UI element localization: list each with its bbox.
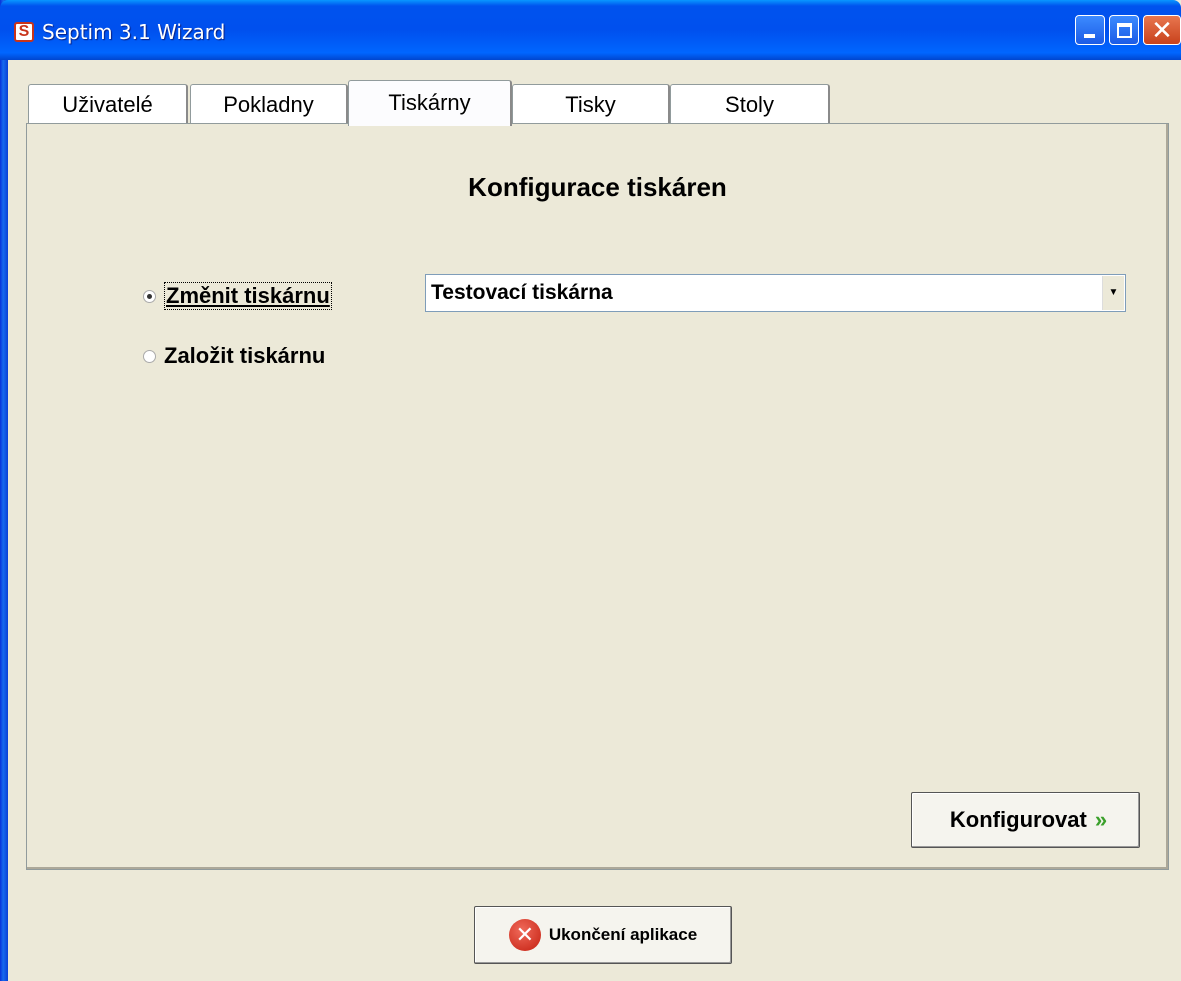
radio-label-change-printer: Změnit tiskárnu	[164, 282, 332, 310]
radio-create-printer[interactable]: Založit tiskárnu	[143, 343, 325, 369]
tab-uzivatele[interactable]: Uživatelé	[28, 84, 188, 124]
tab-pokladny[interactable]: Pokladny	[190, 84, 348, 124]
maximize-icon	[1117, 23, 1132, 38]
configure-button-label: Konfigurovat	[949, 807, 1087, 832]
dropdown-arrow-icon[interactable]: ▼	[1102, 276, 1124, 310]
radio-label-create-printer: Založit tiskárnu	[164, 343, 326, 368]
window-title: Septim 3.1 Wizard	[42, 20, 226, 44]
tab-tiskarny[interactable]: Tiskárny	[348, 80, 512, 126]
page-title: Konfigurace tiskáren	[468, 172, 727, 202]
configure-button[interactable]: Konfigurovat »	[911, 792, 1140, 848]
exit-button-label: Ukončení aplikace	[548, 925, 698, 944]
tab-tisky[interactable]: Tisky	[512, 84, 670, 124]
close-button[interactable]: ✕	[1143, 15, 1181, 45]
printer-select-value: Testovací tiskárna	[431, 281, 613, 304]
exit-application-button[interactable]: ✕ Ukončení aplikace	[474, 906, 732, 964]
minimize-button[interactable]	[1075, 15, 1105, 45]
printer-select[interactable]: Testovací tiskárna ▼	[425, 274, 1126, 312]
radio-button-checked-icon[interactable]	[143, 289, 156, 303]
minimize-icon	[1084, 34, 1095, 38]
close-icon: ✕	[1151, 15, 1173, 45]
tab-panel-tiskarny: Konfigurace tiskáren Změnit tiskárnu Zal…	[26, 123, 1169, 870]
radio-change-printer[interactable]: Změnit tiskárnu	[143, 282, 332, 310]
window-left-border	[0, 0, 8, 981]
app-icon: S	[14, 22, 34, 42]
titlebar[interactable]: S Septim 3.1 Wizard ✕	[0, 0, 1181, 60]
double-chevron-right-icon: »	[1094, 807, 1108, 832]
tab-stoly[interactable]: Stoly	[670, 84, 830, 124]
wizard-window: S Septim 3.1 Wizard ✕ Uživatelé Pokladny…	[0, 0, 1181, 981]
radio-button-icon[interactable]	[143, 349, 156, 363]
maximize-button[interactable]	[1109, 15, 1139, 45]
close-circle-icon: ✕	[508, 919, 541, 951]
